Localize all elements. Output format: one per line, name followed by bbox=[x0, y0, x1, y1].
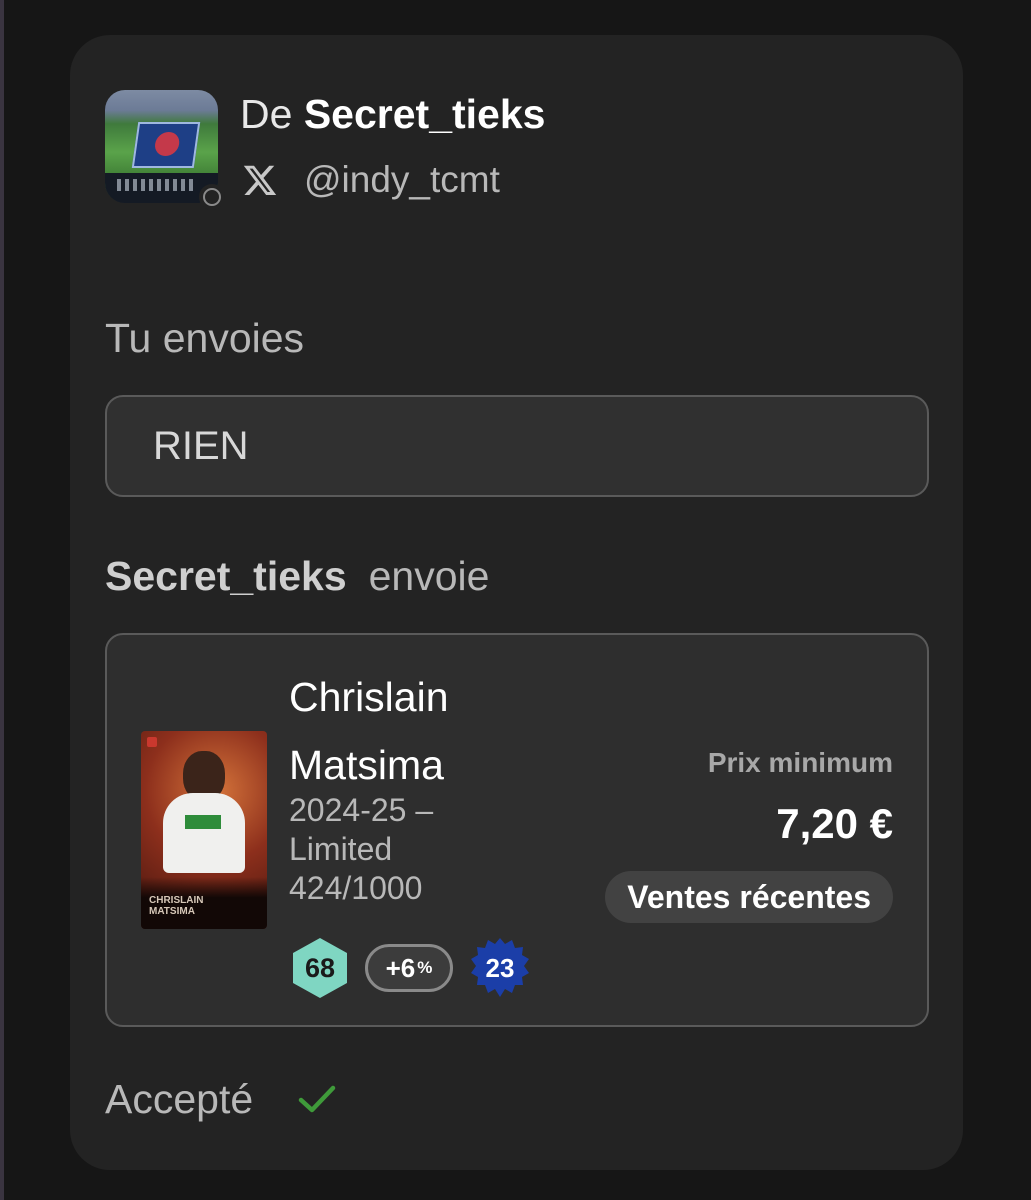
trade-status-row: Accepté bbox=[105, 1073, 339, 1125]
card-details: 2024-25 – Limited 424/1000 bbox=[289, 791, 529, 908]
x-logo-icon bbox=[243, 165, 277, 195]
user-avatar-wrapper[interactable] bbox=[105, 90, 225, 210]
card-name-plate-line1: CHRISLAIN bbox=[149, 895, 204, 906]
window-edge bbox=[0, 0, 4, 1200]
player-shirt-graphic bbox=[163, 793, 245, 873]
bonus-unit: % bbox=[417, 958, 433, 977]
social-handle-row[interactable]: @indy_tcmt bbox=[242, 159, 500, 201]
online-status-indicator bbox=[199, 184, 225, 210]
other-sends-heading: Secret_tieks envoie bbox=[105, 553, 489, 600]
shirt-sponsor-graphic bbox=[185, 815, 221, 829]
social-handle[interactable]: @indy_tcmt bbox=[304, 159, 500, 201]
other-sends-verb: envoie bbox=[368, 553, 490, 599]
sender-title: De Secret_tieks bbox=[240, 90, 545, 138]
sender-username[interactable]: Secret_tieks bbox=[304, 91, 546, 137]
card-serial: 424/1000 bbox=[289, 870, 423, 906]
trade-panel: De Secret_tieks @indy_tcmt Tu envoies RI… bbox=[70, 35, 963, 1170]
avatar[interactable] bbox=[105, 90, 218, 203]
bonus-badge: +6% bbox=[365, 944, 453, 992]
recent-sales-button[interactable]: Ventes récentes bbox=[605, 871, 893, 923]
player-first-name: Chrislain bbox=[289, 674, 449, 720]
avatar-banner-graphic bbox=[131, 122, 201, 168]
score-value: 68 bbox=[304, 952, 336, 983]
score-badge: 68 bbox=[289, 937, 351, 999]
card-season: 2024-25 – bbox=[289, 792, 434, 828]
card-name-plate-line2: MATSIMA bbox=[149, 906, 195, 917]
level-value: 23 bbox=[485, 952, 515, 983]
card-badges: 68 +6% 23 bbox=[289, 937, 531, 999]
you-send-label: Tu envoies bbox=[105, 315, 305, 361]
price-value: 7,20 € bbox=[776, 800, 893, 847]
player-name: Chrislain Matsima bbox=[289, 663, 529, 799]
check-icon bbox=[298, 1085, 336, 1113]
bonus-value: +6 bbox=[385, 952, 416, 983]
price-label: Prix minimum bbox=[707, 747, 893, 778]
club-crest-icon bbox=[147, 737, 157, 747]
player-card-image[interactable]: CHRISLAIN MATSIMA bbox=[141, 731, 267, 929]
other-sends-username: Secret_tieks bbox=[105, 553, 347, 599]
trade-status-label: Accepté bbox=[105, 1075, 254, 1122]
you-send-value: RIEN bbox=[153, 423, 249, 468]
card-rarity: Limited bbox=[289, 831, 393, 867]
card-offer-box: CHRISLAIN MATSIMA Chrislain Matsima 2024… bbox=[105, 633, 929, 1027]
sender-prefix: De bbox=[240, 91, 293, 137]
card-name-plate: CHRISLAIN MATSIMA bbox=[141, 877, 267, 929]
you-send-box: RIEN bbox=[105, 395, 929, 497]
player-last-name: Matsima bbox=[289, 742, 444, 788]
level-badge: 23 bbox=[469, 937, 531, 999]
